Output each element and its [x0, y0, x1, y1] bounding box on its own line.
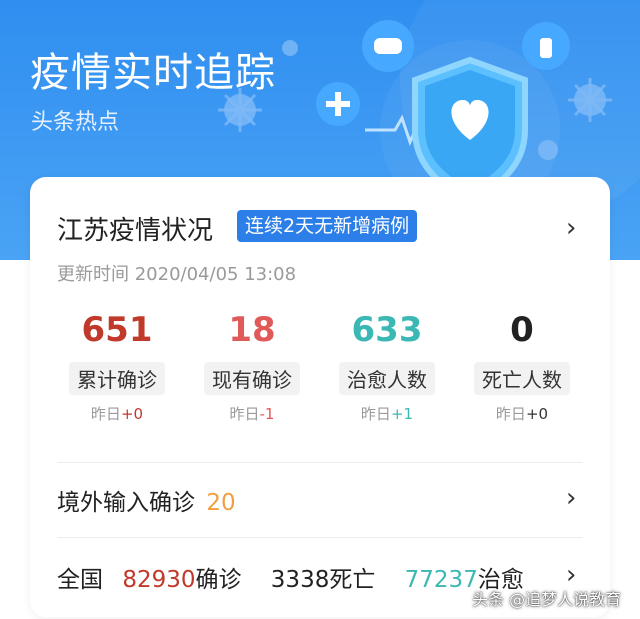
divider: [57, 537, 583, 538]
province-card: 江苏疫情状况 连续2天无新增病例 › 更新时间 2020/04/05 13:08…: [30, 177, 610, 617]
stat-value: 651: [81, 310, 153, 350]
stat-value: 0: [510, 310, 534, 350]
national-confirmed-value: 82930: [122, 567, 196, 593]
stat-value: 633: [351, 310, 423, 350]
region-title: 江苏疫情状况: [57, 216, 214, 246]
stat-delta: 昨日-1: [187, 403, 317, 424]
stat-label: 累计确诊: [69, 362, 165, 395]
national-label: 全国: [57, 567, 103, 593]
national-text: 全国 82930确诊 3338死亡 77237治愈: [57, 560, 524, 594]
update-time: 更新时间 2020/04/05 13:08: [57, 264, 297, 285]
page-title: 疫情实时追踪: [30, 50, 276, 96]
delta-value: +0: [525, 405, 549, 423]
national-deaths-label: 死亡: [329, 567, 376, 593]
stat-current-confirmed: 18 现有确诊 昨日-1: [187, 310, 317, 424]
stat-delta: 昨日+0: [457, 403, 587, 424]
stat-value: 18: [228, 310, 276, 350]
imported-label: 境外输入确诊: [57, 490, 195, 516]
delta-value: +0: [120, 405, 144, 423]
delta-prefix: 昨日: [360, 405, 391, 423]
status-badge: 连续2天无新增病例: [237, 210, 418, 242]
delta-value: +1: [390, 405, 414, 423]
divider: [57, 462, 583, 463]
delta-prefix: 昨日: [90, 405, 121, 423]
imported-value: 20: [206, 490, 236, 516]
stat-deaths: 0 死亡人数 昨日+0: [457, 310, 587, 424]
stat-recovered: 633 治愈人数 昨日+1: [322, 310, 452, 424]
stat-label: 治愈人数: [339, 362, 435, 395]
watermark: 头条 @追梦人说教育: [472, 590, 622, 609]
stat-delta: 昨日+1: [322, 403, 452, 424]
imported-cases-text: 境外输入确诊 20: [57, 483, 236, 517]
page-subtitle: 头条热点: [31, 110, 120, 135]
delta-prefix: 昨日: [229, 405, 260, 423]
national-confirmed-label: 确诊: [195, 567, 242, 593]
chevron-right-icon: ›: [566, 213, 577, 243]
stat-label: 现有确诊: [204, 362, 300, 395]
imported-cases-row[interactable]: 境外输入确诊 20 ›: [30, 467, 610, 527]
chevron-right-icon: ›: [566, 483, 577, 513]
stat-label: 死亡人数: [474, 362, 570, 395]
delta-prefix: 昨日: [495, 405, 526, 423]
province-header-link[interactable]: 江苏疫情状况 连续2天无新增病例 ›: [30, 177, 610, 249]
stat-delta: 昨日+0: [52, 403, 182, 424]
delta-value: -1: [259, 405, 275, 423]
national-deaths-value: 3338: [270, 567, 330, 593]
national-recovered-value: 77237: [404, 567, 478, 593]
stat-cumulative-confirmed: 651 累计确诊 昨日+0: [52, 310, 182, 424]
